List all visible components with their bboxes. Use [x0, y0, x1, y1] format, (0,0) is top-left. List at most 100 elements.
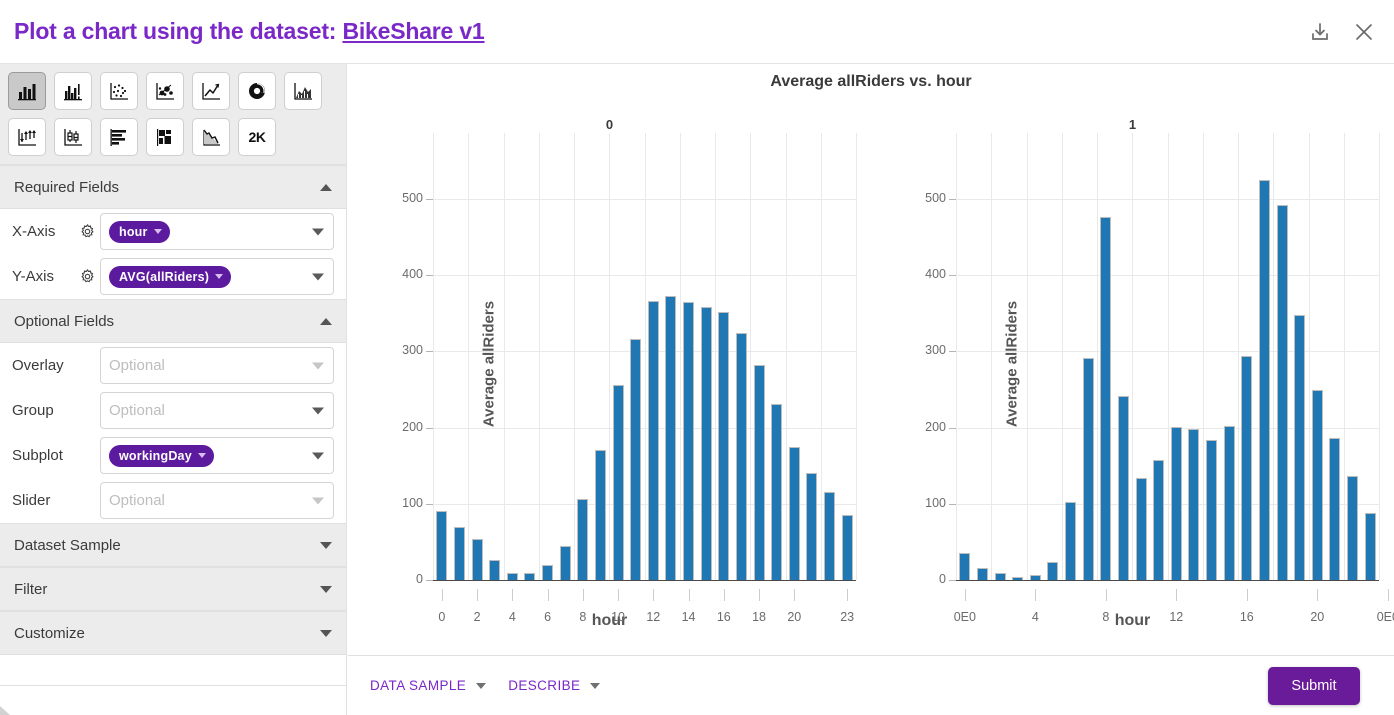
x-axis-chip-label: hour — [119, 224, 148, 239]
bar[interactable] — [542, 564, 554, 580]
sidebar-footer — [0, 685, 346, 715]
y-tick-label: 200 — [925, 419, 946, 434]
bar[interactable] — [700, 307, 712, 580]
section-header-required-fields[interactable]: Required Fields — [0, 165, 346, 209]
bar[interactable] — [1188, 429, 1200, 580]
download-icon[interactable] — [1306, 18, 1334, 46]
bar[interactable] — [612, 384, 624, 580]
gear-icon[interactable] — [74, 268, 100, 285]
bar[interactable] — [1294, 314, 1306, 580]
bar[interactable] — [1206, 440, 1218, 580]
bar[interactable] — [1241, 355, 1253, 580]
bar[interactable] — [1347, 475, 1359, 580]
bar[interactable] — [683, 302, 695, 580]
scatter-plot-icon[interactable] — [100, 72, 138, 110]
decline-chart-icon[interactable] — [192, 118, 230, 156]
subplot-select[interactable]: workingDay — [100, 437, 334, 474]
section-header-dataset-sample[interactable]: Dataset Sample — [0, 523, 346, 567]
gear-icon[interactable] — [74, 223, 100, 240]
data-sample-button[interactable]: DATA SAMPLE — [370, 678, 487, 693]
bar[interactable] — [1082, 358, 1094, 580]
bar[interactable] — [559, 545, 571, 580]
bar[interactable] — [524, 573, 536, 580]
overlay-placeholder: Optional — [109, 357, 165, 374]
section-header-filter[interactable]: Filter — [0, 567, 346, 611]
bar[interactable] — [1047, 561, 1059, 580]
bar[interactable] — [994, 573, 1006, 580]
overlay-select[interactable]: Optional — [100, 347, 334, 384]
bar[interactable] — [1117, 396, 1129, 580]
x-axis-select[interactable]: hour — [100, 213, 334, 250]
gridline-vertical — [785, 133, 787, 580]
bar[interactable] — [959, 552, 971, 580]
bar[interactable] — [806, 472, 818, 580]
dataset-link[interactable]: BikeShare v1 — [342, 18, 484, 44]
bar[interactable] — [718, 311, 730, 580]
bar[interactable] — [1100, 217, 1112, 580]
bar[interactable] — [630, 339, 642, 580]
bar[interactable] — [1329, 438, 1341, 580]
bar[interactable] — [841, 515, 853, 580]
subplot-0: 0 Average allRiders hour 0 100 200 300 400 500 0 2… — [348, 91, 871, 636]
bar[interactable] — [1364, 512, 1376, 580]
x-tick-mark — [547, 589, 549, 601]
line-chart-icon[interactable] — [192, 72, 230, 110]
treemap-icon[interactable] — [146, 118, 184, 156]
chart-canvas: Average allRiders vs. hour 0 Average allR… — [348, 64, 1394, 655]
bar[interactable] — [647, 300, 659, 580]
bar[interactable] — [1311, 390, 1323, 580]
resize-handle-icon[interactable] — [0, 706, 10, 715]
bar[interactable] — [771, 403, 783, 580]
y-tick-label: 500 — [925, 190, 946, 205]
chevron-down-icon — [476, 682, 487, 689]
subplot-title: 0 — [605, 117, 614, 132]
bar[interactable] — [1223, 425, 1235, 580]
bar[interactable] — [436, 510, 448, 580]
close-icon[interactable] — [1350, 18, 1378, 46]
x-tick-label: 20 — [1310, 610, 1325, 624]
bar[interactable] — [594, 449, 606, 580]
pie-chart-icon[interactable] — [238, 72, 276, 110]
slider-select[interactable]: Optional — [100, 482, 334, 519]
bar-chart-icon[interactable] — [8, 72, 46, 110]
section-header-customize[interactable]: Customize — [0, 611, 346, 655]
describe-button[interactable]: DESCRIBE — [508, 678, 601, 693]
error-bar-chart-icon[interactable] — [8, 118, 46, 156]
submit-button[interactable]: Submit — [1268, 667, 1360, 705]
section-header-optional-fields[interactable]: Optional Fields — [0, 299, 346, 343]
bar[interactable] — [577, 499, 589, 580]
bubble-chart-icon[interactable] — [146, 72, 184, 110]
gridline-vertical — [1061, 133, 1063, 580]
bar[interactable] — [1258, 180, 1270, 580]
histogram-icon[interactable] — [54, 72, 92, 110]
bar[interactable] — [471, 538, 483, 580]
bar[interactable] — [453, 527, 465, 580]
bar[interactable] — [1135, 477, 1147, 580]
bar[interactable] — [665, 296, 677, 580]
section-title-dataset-sample: Dataset Sample — [14, 536, 121, 554]
bar[interactable] — [976, 567, 988, 580]
group-select[interactable]: Optional — [100, 392, 334, 429]
horizontal-bar-chart-icon[interactable] — [100, 118, 138, 156]
box-plot-icon[interactable] — [54, 118, 92, 156]
bar[interactable] — [1153, 460, 1165, 580]
bar[interactable] — [489, 560, 501, 580]
gridline-vertical — [856, 133, 857, 580]
bar[interactable] — [753, 364, 765, 580]
bar[interactable] — [1065, 502, 1077, 580]
x-tick-mark — [1317, 589, 1319, 601]
bar[interactable] — [1170, 426, 1182, 580]
x-axis-chip[interactable]: hour — [109, 220, 170, 243]
area-chart-icon[interactable] — [284, 72, 322, 110]
section-title-filter: Filter — [14, 580, 48, 598]
2k-chart-icon[interactable]: 2K — [238, 118, 276, 156]
subplot-chip[interactable]: workingDay — [109, 444, 214, 467]
bar[interactable] — [788, 446, 800, 580]
bar[interactable] — [1276, 204, 1288, 580]
bar[interactable] — [824, 492, 836, 580]
y-axis-select[interactable]: AVG(allRiders) — [100, 258, 334, 295]
y-axis-chip[interactable]: AVG(allRiders) — [109, 265, 232, 288]
bar[interactable] — [506, 573, 518, 580]
chevron-down-icon — [312, 497, 324, 504]
bar[interactable] — [735, 332, 747, 580]
